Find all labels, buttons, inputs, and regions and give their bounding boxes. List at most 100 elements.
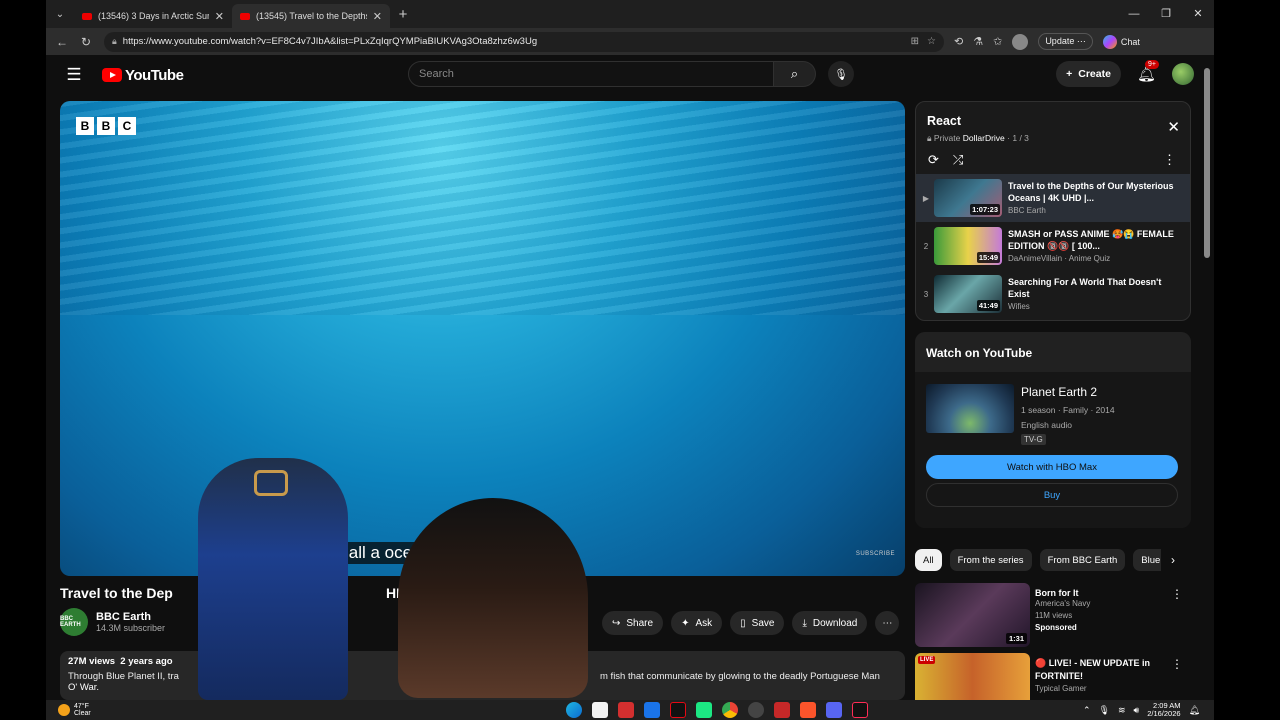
system-tray: ⌃ 🎙︎ ≋ 🔊︎ 2:09 AM 2/16/2026 🔔︎	[1083, 701, 1200, 719]
show-thumbnail[interactable]	[926, 384, 1014, 433]
extensions-icon[interactable]: ⟲	[954, 35, 963, 48]
recommendation-channel: America's Navy	[1035, 599, 1091, 608]
ask-label: Ask	[695, 617, 713, 629]
mail-icon[interactable]	[644, 702, 660, 718]
tiktok-icon[interactable]	[852, 702, 868, 718]
chevron-up-icon[interactable]: ⌃	[1083, 705, 1091, 716]
url-field[interactable]: 🔒︎ https://www.youtube.com/watch?v=EF8C4…	[104, 31, 944, 52]
tab-bar: ⌄ (13546) 3 Days in Arctic Survival St ✕…	[46, 0, 1214, 28]
playlist-thumbnail: 15:49	[934, 227, 1002, 265]
chip-all[interactable]: All	[915, 549, 942, 571]
video-actions: ↪ Share ✦ Ask ▯ Save ⤓ Download ⋯	[602, 611, 900, 635]
app-available-icon[interactable]: ⊞	[911, 36, 919, 47]
scrollbar-thumb[interactable]	[1204, 68, 1210, 258]
channel-name[interactable]: BBC Earth	[96, 611, 165, 623]
playlist-thumbnail: 1:07:23	[934, 179, 1002, 217]
playlist-item-channel: Wifies	[1008, 302, 1030, 312]
chevron-right-icon[interactable]: ›	[1161, 549, 1185, 571]
loop-icon[interactable]: ⟳	[928, 152, 939, 168]
recommendation-item[interactable]: LIVE 🔴 LIVE! - NEW UPDATE in FORTNITE! T…	[915, 653, 1195, 700]
profile-avatar[interactable]	[1012, 33, 1029, 50]
description-mid: m fish that communicate by glowing to th…	[600, 671, 880, 682]
logo-text: YouTube	[125, 66, 184, 84]
playlist-controls: ⟳ ⤮	[928, 152, 963, 168]
create-button[interactable]: + Create	[1056, 61, 1121, 87]
tab-travel-depths[interactable]: (13545) Travel to the Depths of O ✕	[232, 4, 390, 28]
windows-taskbar: 47°F Clear ⌃ 🎙︎ ≋ 🔊︎ 2:09 AM 2/16/2026 🔔︎	[46, 700, 1214, 720]
weather-widget[interactable]: 47°F Clear	[58, 703, 91, 718]
refresh-icon[interactable]: ↻	[74, 35, 98, 49]
minimize-icon[interactable]: —	[1118, 0, 1150, 28]
tab-list-chevron-icon[interactable]: ⌄	[46, 0, 74, 28]
subscribe-watermark[interactable]: SUBSCRIBE	[856, 551, 895, 557]
show-title[interactable]: Planet Earth 2	[1021, 385, 1097, 399]
site-info-icon[interactable]: 🔒︎	[112, 36, 117, 47]
playlist-owner[interactable]: DollarDrive	[963, 133, 1005, 143]
notifications-bell-icon[interactable]: 🔔︎ 9+	[1137, 60, 1159, 83]
playlist-more-icon[interactable]: ⋮	[1163, 152, 1176, 168]
mcafee-icon[interactable]	[774, 702, 790, 718]
watch-with-hbo-button[interactable]: Watch with HBO Max	[926, 455, 1178, 479]
playlist-item[interactable]: ▶ 1:07:23 Travel to the Depths of Our My…	[916, 174, 1190, 222]
wifi-icon[interactable]: ≋	[1118, 705, 1126, 716]
playlist-index: 3	[923, 289, 929, 299]
volume-icon[interactable]: 🔊︎	[1134, 705, 1140, 716]
duration-badge: 1:31	[1005, 633, 1027, 644]
app-l-icon[interactable]	[618, 702, 634, 718]
close-tab-icon[interactable]: ✕	[373, 10, 382, 23]
store-icon[interactable]	[592, 702, 608, 718]
new-tab-plus-icon[interactable]: +	[390, 6, 416, 23]
ocean-surface-texture	[60, 101, 905, 315]
sparkle-icon: ✦	[681, 617, 690, 629]
close-window-icon[interactable]: ✕	[1182, 0, 1214, 28]
close-playlist-icon[interactable]: ✕	[1167, 118, 1180, 136]
bbc-letter: C	[118, 117, 136, 135]
filter-chips: All From the series From BBC Earth Blue …	[915, 549, 1191, 571]
download-icon: ⤓	[802, 617, 807, 629]
recommendation-more-icon[interactable]: ⋮	[1171, 587, 1183, 601]
ask-button[interactable]: ✦ Ask	[671, 611, 723, 635]
shuffle-icon[interactable]: ⤮	[953, 152, 963, 168]
download-button[interactable]: ⤓ Download	[792, 611, 868, 635]
playlist-item[interactable]: 3 41:49 Searching For A World That Doesn…	[916, 270, 1190, 318]
bbc-letter: B	[76, 117, 94, 135]
discord-icon[interactable]	[826, 702, 842, 718]
voice-search-mic-icon[interactable]: 🎙︎	[828, 61, 854, 87]
update-button[interactable]: Update ⋯	[1038, 33, 1093, 50]
split-screen-icon[interactable]: ⚗	[973, 35, 983, 48]
notifications-icon[interactable]: 🔔︎	[1189, 705, 1200, 716]
clock[interactable]: 2:09 AM 2/16/2026	[1147, 701, 1180, 719]
copilot-chat-button[interactable]: Chat	[1102, 34, 1140, 49]
more-actions-icon[interactable]: ⋯	[875, 611, 900, 635]
playlist-title[interactable]: React	[927, 114, 961, 128]
hulu-icon[interactable]	[696, 702, 712, 718]
channel-avatar[interactable]: BBC EARTH	[60, 608, 88, 636]
save-button[interactable]: ▯ Save	[730, 611, 785, 635]
chip-from-series[interactable]: From the series	[949, 549, 1032, 571]
restore-icon[interactable]: ❐	[1150, 0, 1182, 28]
back-arrow-icon[interactable]: ←	[50, 35, 74, 49]
tab-arctic-survival[interactable]: (13546) 3 Days in Arctic Survival St ✕	[74, 4, 232, 28]
netflix-icon[interactable]	[670, 702, 686, 718]
guide-menu-icon[interactable]: ☰	[46, 65, 102, 85]
playlist-item[interactable]: 2 15:49 SMASH or PASS ANIME 🥵😭 FEMALE ED…	[916, 222, 1190, 270]
brave-icon[interactable]	[800, 702, 816, 718]
chrome-icon[interactable]	[722, 702, 738, 718]
favorites-icon[interactable]: ✩	[993, 35, 1002, 48]
right-letterbox	[1214, 0, 1280, 700]
buy-button[interactable]: Buy	[926, 483, 1178, 507]
page-scrollbar[interactable]	[1204, 60, 1210, 690]
edge-icon[interactable]	[566, 702, 582, 718]
chip-from-bbc-earth[interactable]: From BBC Earth	[1039, 549, 1126, 571]
playlist-privacy: Private	[933, 133, 961, 143]
favorite-star-icon[interactable]: ☆	[927, 36, 936, 47]
settings-gear-icon[interactable]	[748, 702, 764, 718]
account-avatar[interactable]	[1172, 63, 1194, 85]
microphone-icon[interactable]: 🎙︎	[1099, 705, 1110, 716]
search-button[interactable]: ⌕	[774, 61, 816, 87]
search-input[interactable]: Search	[408, 61, 774, 87]
close-tab-icon[interactable]: ✕	[215, 10, 224, 23]
recommendation-more-icon[interactable]: ⋮	[1171, 657, 1183, 671]
recommendation-item[interactable]: 1:31 Born for It America's Navy 11M view…	[915, 583, 1195, 649]
youtube-logo[interactable]: YouTube	[102, 66, 184, 84]
